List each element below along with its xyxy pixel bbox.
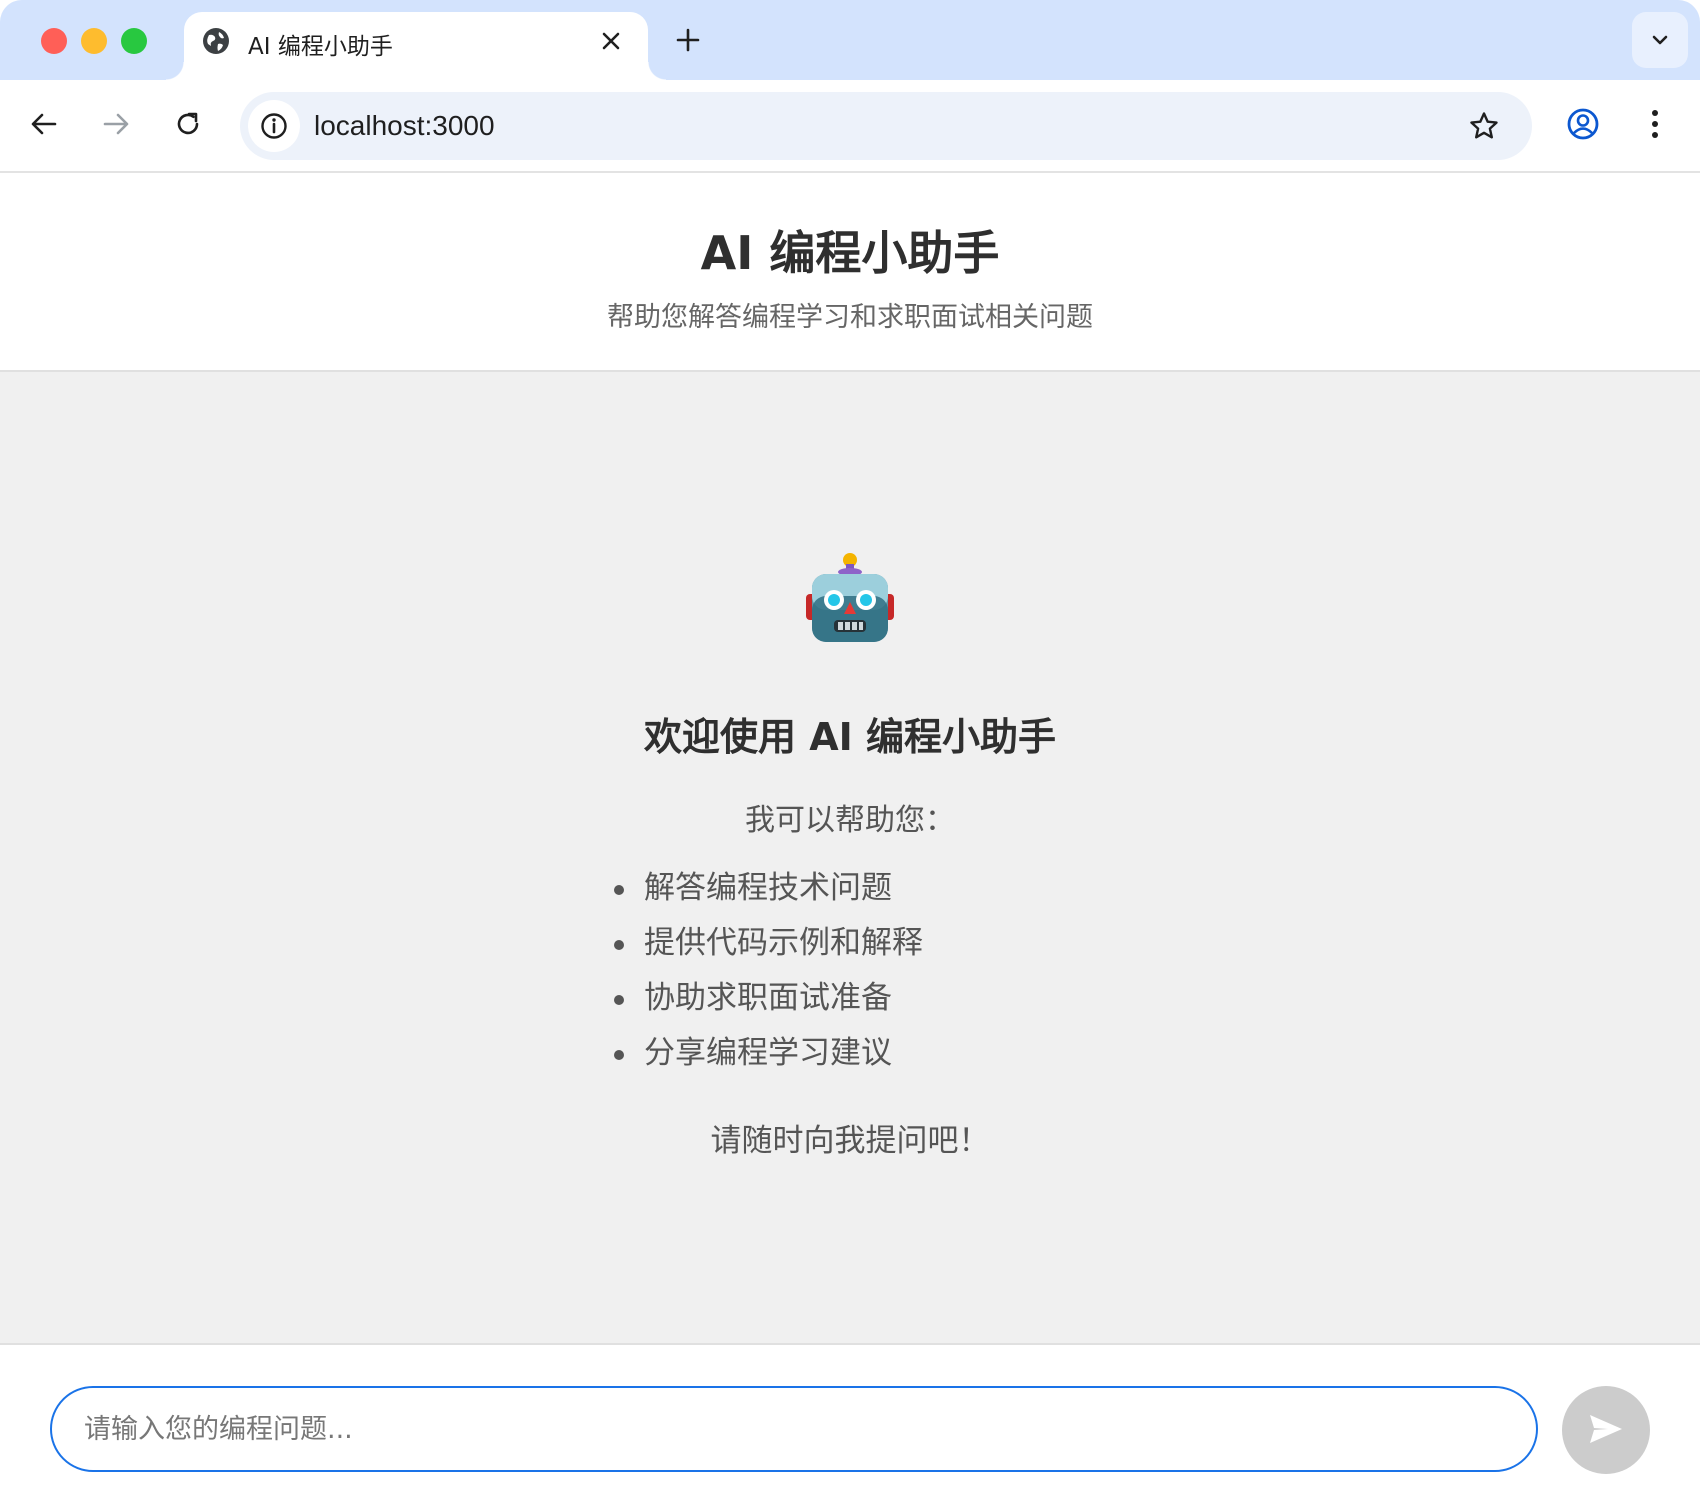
app-header: AI 编程小助手 帮助您解答编程学习和求职面试相关问题 [0,173,1700,372]
robot-icon [806,552,894,644]
url-text[interactable]: localhost:3000 [314,110,495,142]
page-content: AI 编程小助手 帮助您解答编程学习和求职面试相关问题 欢迎使用 AI 编程小助… [0,173,1700,1512]
browser-window: AI 编程小助手 localhost:3000 AI 编程小助手 帮助您解答编程… [0,0,1700,1512]
list-item: 解答编程技术问题 [614,868,923,923]
page-subtitle: 帮助您解答编程学习和求职面试相关问题 [607,302,1093,333]
close-window-button[interactable] [41,28,67,54]
list-item: 分享编程学习建议 [614,1033,923,1088]
tab-strip: AI 编程小助手 [0,0,1700,80]
composer-bar [0,1343,1700,1512]
welcome-title: 欢迎使用 AI 编程小助手 [643,715,1056,759]
list-item: 协助求职面试准备 [614,978,923,1033]
tab-title: AI 编程小助手 [248,34,393,60]
feature-list: 解答编程技术问题 提供代码示例和解释 协助求职面试准备 分享编程学习建议 [614,868,923,1088]
chevron-down-icon[interactable] [1632,12,1688,68]
profile-icon[interactable] [1561,102,1605,146]
tab-active[interactable]: AI 编程小助手 [166,12,666,80]
kebab-menu-icon[interactable] [1633,102,1677,146]
reload-icon[interactable] [166,102,210,146]
browser-toolbar: localhost:3000 [0,80,1700,173]
minimize-window-button[interactable] [81,28,107,54]
maximize-window-button[interactable] [121,28,147,54]
chat-messages-area[interactable]: 欢迎使用 AI 编程小助手 我可以帮助您： 解答编程技术问题 提供代码示例和解释… [0,372,1700,1343]
address-bar[interactable]: localhost:3000 [240,92,1532,160]
send-button[interactable] [1562,1386,1650,1474]
plus-icon[interactable] [672,24,704,56]
star-icon[interactable] [1462,104,1506,148]
question-input[interactable] [50,1386,1538,1472]
welcome-outro: 请随时向我提问吧！ [710,1123,990,1159]
send-icon [1586,1409,1626,1452]
close-icon[interactable] [596,26,626,56]
arrow-right-icon[interactable] [94,102,138,146]
globe-icon [201,26,231,56]
welcome-panel: 欢迎使用 AI 编程小助手 我可以帮助您： 解答编程技术问题 提供代码示例和解释… [0,372,1700,1343]
arrow-left-icon[interactable] [22,102,66,146]
page-title: AI 编程小助手 [700,226,1000,280]
welcome-intro: 我可以帮助您： [745,803,955,838]
info-icon[interactable] [248,100,300,152]
list-item: 提供代码示例和解释 [614,923,923,978]
